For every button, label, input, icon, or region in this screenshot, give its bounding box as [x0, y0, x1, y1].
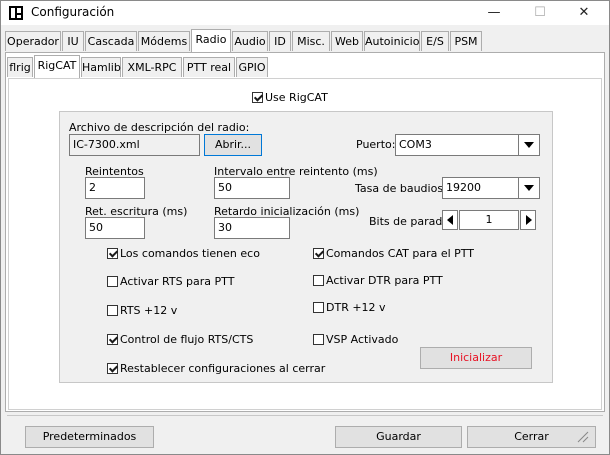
maximize-button[interactable]: ☐: [517, 1, 563, 25]
tab-autoinicio[interactable]: Autoinicio: [364, 31, 420, 51]
save-button[interactable]: Guardar: [335, 426, 462, 448]
use-rigcat-check: [252, 92, 263, 103]
footer-divider: [7, 415, 603, 416]
arrow-left-icon: [447, 215, 453, 225]
tab-rigcat[interactable]: RigCAT: [34, 55, 80, 78]
tab-psm[interactable]: PSM: [450, 31, 482, 51]
tab-ptt-real[interactable]: PTT real: [183, 57, 235, 77]
window-title: Configuración: [31, 5, 115, 19]
app-icon: [9, 6, 23, 20]
tab-iu[interactable]: IU: [62, 31, 84, 51]
increment-button[interactable]: [520, 210, 536, 230]
defaults-button[interactable]: Predeterminados: [25, 426, 154, 448]
tab-xml-rpc[interactable]: XML-RPC: [122, 57, 182, 77]
tab-radio[interactable]: Radio: [191, 29, 231, 52]
minimize-button[interactable]: —: [471, 1, 517, 25]
file-field[interactable]: IC-7300.xml: [69, 134, 200, 156]
stop-bits-label: Bits de parada: [369, 215, 450, 228]
decrement-button[interactable]: [442, 210, 458, 230]
tab-es[interactable]: E/S: [421, 31, 449, 51]
tab-audio[interactable]: Audio: [232, 31, 268, 51]
write-delay-input[interactable]: 50: [85, 217, 145, 239]
tab-id[interactable]: ID: [269, 31, 291, 51]
baud-select[interactable]: 19200: [442, 177, 540, 199]
config-window: Configuración — ☐ ✕ Operador IU Cascada …: [0, 0, 610, 455]
tab-hamlib[interactable]: Hamlib: [81, 57, 121, 77]
port-label: Puerto:: [356, 138, 396, 151]
retry-interval-input[interactable]: 50: [214, 177, 290, 199]
retries-input[interactable]: 2: [85, 177, 145, 199]
open-file-button[interactable]: Abrir...: [204, 134, 262, 156]
tab-gpio[interactable]: GPIO: [236, 57, 268, 77]
tab-cascada[interactable]: Cascada: [85, 31, 137, 51]
chevron-down-icon[interactable]: [518, 178, 539, 198]
tab-operador[interactable]: Operador: [5, 31, 61, 51]
tab-flrig[interactable]: flrig: [7, 57, 33, 77]
close-window-button[interactable]: ✕: [561, 1, 607, 25]
check-icon: [313, 248, 324, 259]
check-icon: [107, 334, 118, 345]
tab-misc[interactable]: Misc.: [292, 31, 330, 51]
resize-grip-icon[interactable]: [575, 429, 589, 443]
baud-label: Tasa de baudios:: [355, 182, 447, 195]
port-select[interactable]: COM3: [395, 134, 540, 156]
stop-bits-value[interactable]: 1: [459, 210, 519, 230]
check-icon: [107, 248, 118, 259]
check-icon: [107, 363, 118, 374]
tab-modems[interactable]: Módems: [138, 31, 190, 51]
arrow-right-icon: [526, 215, 532, 225]
file-label: Archivo de descripción del radio:: [69, 121, 250, 134]
chevron-down-icon[interactable]: [518, 135, 539, 155]
title-bar: Configuración — ☐ ✕: [1, 1, 609, 25]
init-delay-input[interactable]: 30: [214, 217, 290, 239]
initialize-button[interactable]: Inicializar: [420, 347, 532, 369]
tab-web[interactable]: Web: [331, 31, 363, 51]
